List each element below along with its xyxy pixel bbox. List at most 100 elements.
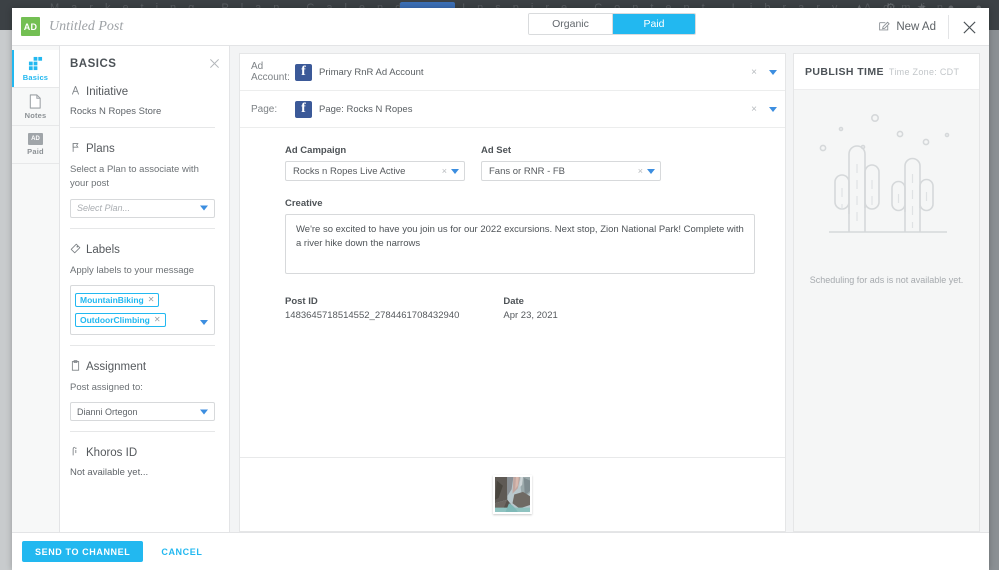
post-id-label: Post ID bbox=[285, 296, 318, 307]
flag-icon bbox=[70, 140, 81, 158]
new-ad-button[interactable]: New Ad bbox=[878, 19, 948, 35]
labels-chips-input[interactable]: MountainBiking ✕ OutdoorClimbing ✕ bbox=[70, 284, 215, 335]
ad-account-value: Primary RnR Ad Account bbox=[319, 66, 424, 78]
post-title[interactable]: Untitled Post bbox=[49, 19, 123, 35]
sidebar-item-basics[interactable]: Basics bbox=[12, 50, 59, 88]
creative-label: Creative bbox=[285, 198, 323, 209]
ad-campaign-value: Rocks n Ropes Live Active bbox=[293, 165, 406, 177]
document-icon bbox=[28, 93, 43, 109]
clear-ad-set-icon[interactable]: × bbox=[638, 166, 643, 176]
labels-description: Apply labels to your message bbox=[70, 264, 195, 276]
initiative-title: Initiative bbox=[86, 86, 129, 98]
cancel-button[interactable]: CANCEL bbox=[161, 547, 202, 557]
tag-icon bbox=[70, 241, 81, 259]
attachment-thumbnail[interactable] bbox=[493, 475, 532, 514]
clear-page-icon[interactable]: × bbox=[751, 104, 757, 115]
post-metadata-row: Post ID 1483645718514552_278446170843294… bbox=[285, 296, 785, 321]
sidebar-label-basics: Basics bbox=[22, 72, 49, 82]
new-ad-label: New Ad bbox=[896, 21, 936, 33]
assignee-value: Dianni Ortegon bbox=[77, 406, 138, 417]
initiative-value: Rocks N Ropes Store bbox=[70, 106, 162, 117]
close-basics-panel-button[interactable] bbox=[209, 56, 220, 74]
ad-set-select[interactable]: Fans or RNR - FB × bbox=[481, 161, 661, 181]
header-actions: New Ad bbox=[878, 8, 989, 46]
tab-organic[interactable]: Organic bbox=[529, 14, 612, 34]
blocks-icon bbox=[28, 56, 43, 71]
page-label: Page: bbox=[251, 103, 278, 115]
modal-footer: SEND TO CHANNEL CANCEL bbox=[12, 532, 989, 570]
publish-time-body: Scheduling for ads is not available yet. bbox=[794, 90, 979, 531]
ad-account-row[interactable]: Ad Account: f Primary RnR Ad Account × bbox=[240, 54, 785, 91]
scheduling-unavailable-message: Scheduling for ads is not available yet. bbox=[809, 275, 964, 285]
attachment-area bbox=[240, 458, 785, 531]
ad-campaign-select[interactable]: Rocks n Ropes Live Active × bbox=[285, 161, 465, 181]
publish-time-column: PUBLISH TIME Time Zone: CDT Scheduling f… bbox=[793, 46, 989, 532]
plans-description: Select a Plan to associate with your pos… bbox=[70, 164, 199, 190]
page-value: Page: Rocks N Ropes bbox=[319, 103, 413, 115]
publish-time-header: PUBLISH TIME Time Zone: CDT bbox=[794, 54, 979, 90]
assignee-select[interactable]: Dianni Ortegon bbox=[70, 402, 215, 421]
sidebar-label-notes: Notes bbox=[24, 110, 47, 120]
chevron-down-icon[interactable] bbox=[200, 319, 208, 325]
section-divider bbox=[70, 127, 215, 128]
ad-account-label: Ad Account: bbox=[251, 61, 290, 83]
clear-ad-campaign-icon[interactable]: × bbox=[442, 166, 447, 176]
ad-set-value: Fans or RNR - FB bbox=[489, 165, 566, 177]
campaign-set-row: Ad Campaign Rocks n Ropes Live Active × … bbox=[285, 145, 785, 181]
close-icon bbox=[962, 20, 976, 34]
ad-campaign-field: Ad Campaign Rocks n Ropes Live Active × bbox=[285, 145, 465, 181]
creative-textarea[interactable] bbox=[285, 214, 755, 274]
basics-panel-title: BASICS bbox=[70, 58, 117, 70]
ad-campaign-label: Ad Campaign bbox=[285, 145, 347, 156]
post-id-value: 1483645718514552_2784461708432940 bbox=[285, 310, 460, 321]
khoros-icon bbox=[70, 444, 81, 462]
pencil-square-icon bbox=[878, 19, 891, 35]
sidebar-item-notes[interactable]: Notes bbox=[12, 88, 59, 126]
close-icon bbox=[210, 59, 219, 68]
clear-ad-account-icon[interactable]: × bbox=[751, 67, 757, 78]
ad-form: Ad Campaign Rocks n Ropes Live Active × … bbox=[240, 128, 785, 457]
date-value: Apr 23, 2021 bbox=[503, 310, 558, 321]
creative-field: Creative bbox=[285, 198, 785, 279]
label-chip[interactable]: OutdoorClimbing ✕ bbox=[75, 312, 166, 327]
plan-select-placeholder: Select Plan... bbox=[77, 203, 131, 213]
close-modal-button[interactable] bbox=[949, 8, 989, 46]
assignment-title: Assignment bbox=[86, 360, 147, 373]
sidebar-label-paid: Paid bbox=[27, 147, 44, 156]
initiative-section-header: Initiative bbox=[70, 83, 215, 101]
publish-time-card: PUBLISH TIME Time Zone: CDT Scheduling f… bbox=[793, 53, 980, 532]
page-row[interactable]: Page: f Page: Rocks N Ropes × bbox=[240, 91, 785, 128]
chevron-down-icon[interactable] bbox=[769, 69, 777, 75]
post-mode-toggle[interactable]: Organic Paid bbox=[528, 13, 696, 35]
clipboard-icon bbox=[70, 358, 81, 376]
modal-header: AD Untitled Post Organic Paid New Ad bbox=[12, 8, 989, 46]
publish-time-title: PUBLISH TIME bbox=[805, 65, 884, 78]
main-content-column: Ad Account: f Primary RnR Ad Account × P… bbox=[230, 46, 793, 532]
chevron-down-icon bbox=[647, 168, 655, 174]
label-chip-text: OutdoorClimbing bbox=[80, 314, 150, 325]
sidebar-item-paid[interactable]: AD Paid bbox=[12, 126, 59, 164]
background-right-rail bbox=[989, 30, 999, 570]
assignment-section-header: Assignment bbox=[70, 358, 215, 376]
khoros-id-section-header: Khoros ID bbox=[70, 444, 215, 462]
assignment-description: Post assigned to: bbox=[70, 381, 143, 393]
khoros-id-title: Khoros ID bbox=[86, 447, 138, 459]
label-chip[interactable]: MountainBiking ✕ bbox=[75, 292, 160, 307]
date-block: Date Apr 23, 2021 bbox=[503, 296, 557, 321]
left-tab-rail: Basics Notes AD Paid bbox=[12, 46, 60, 532]
date-label: Date bbox=[503, 296, 524, 307]
tab-paid[interactable]: Paid bbox=[612, 14, 695, 34]
remove-label-icon[interactable]: ✕ bbox=[148, 295, 155, 304]
remove-label-icon[interactable]: ✕ bbox=[154, 315, 161, 324]
timezone-label: Time Zone: CDT bbox=[888, 66, 960, 77]
ad-composer-modal: AD Untitled Post Organic Paid New Ad Bas… bbox=[12, 8, 989, 570]
ad-set-label: Ad Set bbox=[481, 145, 512, 156]
send-to-channel-button[interactable]: SEND TO CHANNEL bbox=[22, 541, 144, 562]
initiative-icon bbox=[70, 83, 81, 101]
plan-select[interactable]: Select Plan... bbox=[70, 198, 215, 218]
chevron-down-icon[interactable] bbox=[769, 106, 777, 112]
labels-section-header: Labels bbox=[70, 241, 215, 259]
plans-title: Plans bbox=[86, 143, 115, 155]
basics-panel: BASICS Initiative Rocks N Ropes Store Pl… bbox=[60, 46, 230, 532]
section-divider bbox=[70, 344, 215, 346]
